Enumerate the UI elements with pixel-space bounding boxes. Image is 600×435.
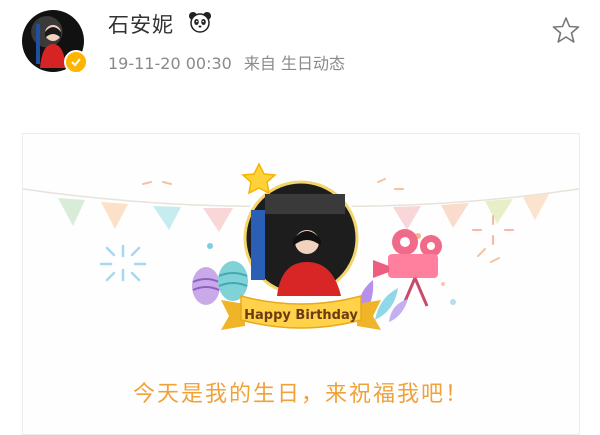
movie-camera-icon [373,229,442,307]
post-timestamp: 19-11-20 00:30 [108,54,232,73]
star-outline-icon[interactable] [552,16,580,44]
source-prefix: 来自 [243,54,276,73]
avatar[interactable] [22,10,88,74]
bunting-flag [203,208,233,232]
easter-egg [218,261,248,301]
source-link[interactable]: 生日动态 [281,54,345,73]
bunting-flag [101,202,128,229]
birthday-ribbon [240,295,362,329]
bunting-flag [523,194,549,220]
bunting-flag [153,206,181,230]
sparkle-icon [472,215,514,245]
card-caption: 今天是我的生日，来祝福我吧！ [132,382,469,407]
bunting-flag [393,206,421,230]
post-header: 石安妮 19-11-20 00:30 来自 生日动态 [0,0,600,110]
post-meta: 19-11-20 00:30 来自 生日动态 [108,50,345,74]
panda-icon [189,12,211,33]
bunting-flag [58,198,85,226]
author-name[interactable]: 石安妮 [108,9,174,39]
bunting-flag [485,199,513,224]
sparkle-icon [99,244,147,282]
birthday-card[interactable]: Happy Birthday 今天是我的生日，来祝福我吧！ [22,133,580,435]
bunting-flag [441,203,469,228]
verified-check-icon [64,50,88,74]
